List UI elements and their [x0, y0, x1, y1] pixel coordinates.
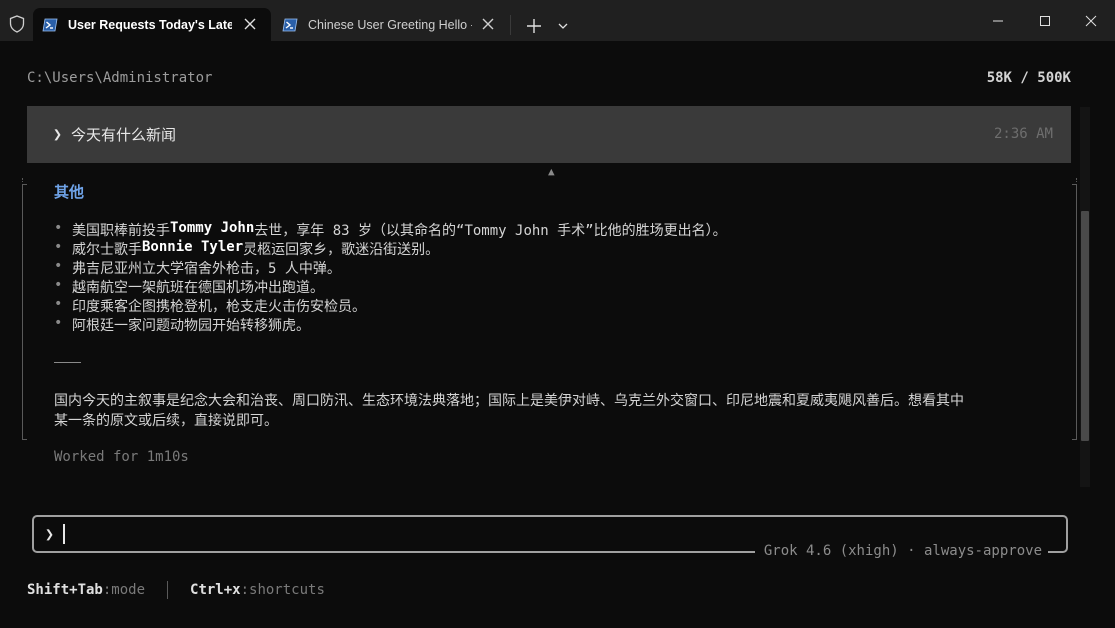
list-item-text: 印度乘客企图携枪登机，枪支走火击伤安检员。	[72, 299, 366, 315]
prompt-chevron-icon: ❯	[53, 125, 63, 143]
shortcut-hints: Shift+Tab:mode Ctrl+x:shortcuts	[27, 581, 325, 599]
token-usage: 58K / 500K	[986, 70, 1071, 86]
text-caret	[63, 524, 65, 544]
list-item-bold: Bonnie Tyler	[142, 239, 244, 255]
tab-separator	[510, 15, 511, 35]
section-heading: 其他	[54, 183, 85, 201]
divider	[54, 362, 81, 363]
mode-label: :mode	[102, 582, 146, 598]
bullet-icon: •	[54, 315, 63, 331]
bullet-icon: •	[54, 277, 63, 293]
scroll-up-indicator-icon[interactable]: ▲	[548, 165, 555, 178]
model-label: Grok 4.6 (xhigh) · always-approve	[754, 543, 1048, 559]
list-item: • 弗吉尼亚州立大学宿舍外枪击，5 人中弹。	[54, 258, 1054, 277]
tab-title: Chinese User Greeting Hello - g	[308, 17, 472, 32]
user-message-time: 2:36 AM	[993, 126, 1053, 142]
bullet-icon: •	[54, 220, 63, 236]
prompt-input[interactable]: ❯ Grok 4.6 (xhigh) · always-approve	[32, 515, 1068, 559]
list-item-text: 阿根廷一家问题动物园开始转移狮虎。	[72, 318, 310, 334]
terminal-pane[interactable]: C:\Users\Administrator 58K / 500K ❯ 今天有什…	[0, 41, 1115, 628]
bullet-icon: •	[54, 239, 63, 255]
frame-decoration	[1076, 178, 1077, 182]
list-item-text: 美国职棒前投手	[72, 223, 170, 239]
chevron-down-icon[interactable]	[552, 14, 574, 38]
list-item-text: 去世，享年 83 岁（以其命名的“Tommy John 手术”比他的胜场更出名）…	[254, 223, 727, 239]
frame-decoration	[22, 178, 23, 182]
news-list: • 美国职棒前投手 Tommy John 去世，享年 83 岁（以其命名的“To…	[54, 220, 1054, 334]
list-item: • 阿根廷一家问题动物园开始转移狮虎。	[54, 315, 1054, 334]
mode-key: Shift+Tab	[27, 582, 103, 598]
list-item-text: 灵柩运回家乡，歌迷沿街送别。	[243, 242, 440, 258]
tab-title: User Requests Today's Latest N	[68, 17, 232, 32]
list-item: • 印度乘客企图携枪登机，枪支走火击伤安检员。	[54, 296, 1054, 315]
response-frame-left	[22, 184, 28, 440]
current-directory: C:\Users\Administrator	[27, 70, 213, 86]
user-message: ❯ 今天有什么新闻 2:36 AM	[27, 106, 1071, 163]
scrollbar-thumb[interactable]	[1081, 211, 1089, 441]
title-bar: User Requests Today's Latest N Chinese U…	[0, 0, 1115, 41]
prompt-chevron-icon: ❯	[45, 525, 55, 543]
list-item-bold: Tommy John	[170, 220, 255, 236]
list-item: • 越南航空一架航班在德国机场冲出跑道。	[54, 277, 1054, 296]
list-item: • 威尔士歌手 Bonnie Tyler 灵柩运回家乡，歌迷沿街送别。	[54, 239, 1054, 258]
tab-inactive[interactable]: Chinese User Greeting Hello - g	[273, 8, 509, 41]
powershell-icon	[282, 18, 298, 32]
tab-active[interactable]: User Requests Today's Latest N	[33, 8, 271, 41]
powershell-icon	[42, 18, 58, 32]
footer-separator	[167, 581, 169, 599]
list-item-text: 越南航空一架航班在德国机场冲出跑道。	[72, 280, 324, 296]
list-item-text: 弗吉尼亚州立大学宿舍外枪击，5 人中弹。	[72, 261, 341, 277]
response-frame-right	[1071, 184, 1077, 440]
bullet-icon: •	[54, 258, 63, 274]
summary-paragraph: 国内今天的主叙事是纪念大会和治丧、周口防汛、生态环境法典落地；国际上是美伊对峙、…	[54, 393, 964, 429]
bullet-icon: •	[54, 296, 63, 312]
list-item: • 美国职棒前投手 Tommy John 去世，享年 83 岁（以其命名的“To…	[54, 220, 1054, 239]
close-icon[interactable]	[481, 17, 495, 31]
window-close-icon[interactable]	[1068, 0, 1114, 41]
maximize-icon[interactable]	[1022, 0, 1068, 41]
shortcuts-key: Ctrl+x	[190, 582, 241, 598]
minimize-icon[interactable]	[975, 0, 1021, 41]
shortcuts-label: :shortcuts	[240, 582, 325, 598]
worked-duration: Worked for 1m10s	[54, 449, 189, 465]
user-message-text: 今天有什么新闻	[71, 126, 177, 144]
list-item-text: 威尔士歌手	[72, 242, 142, 258]
shield-icon[interactable]	[6, 13, 28, 35]
plus-icon[interactable]	[522, 14, 546, 38]
close-icon[interactable]	[243, 17, 257, 31]
